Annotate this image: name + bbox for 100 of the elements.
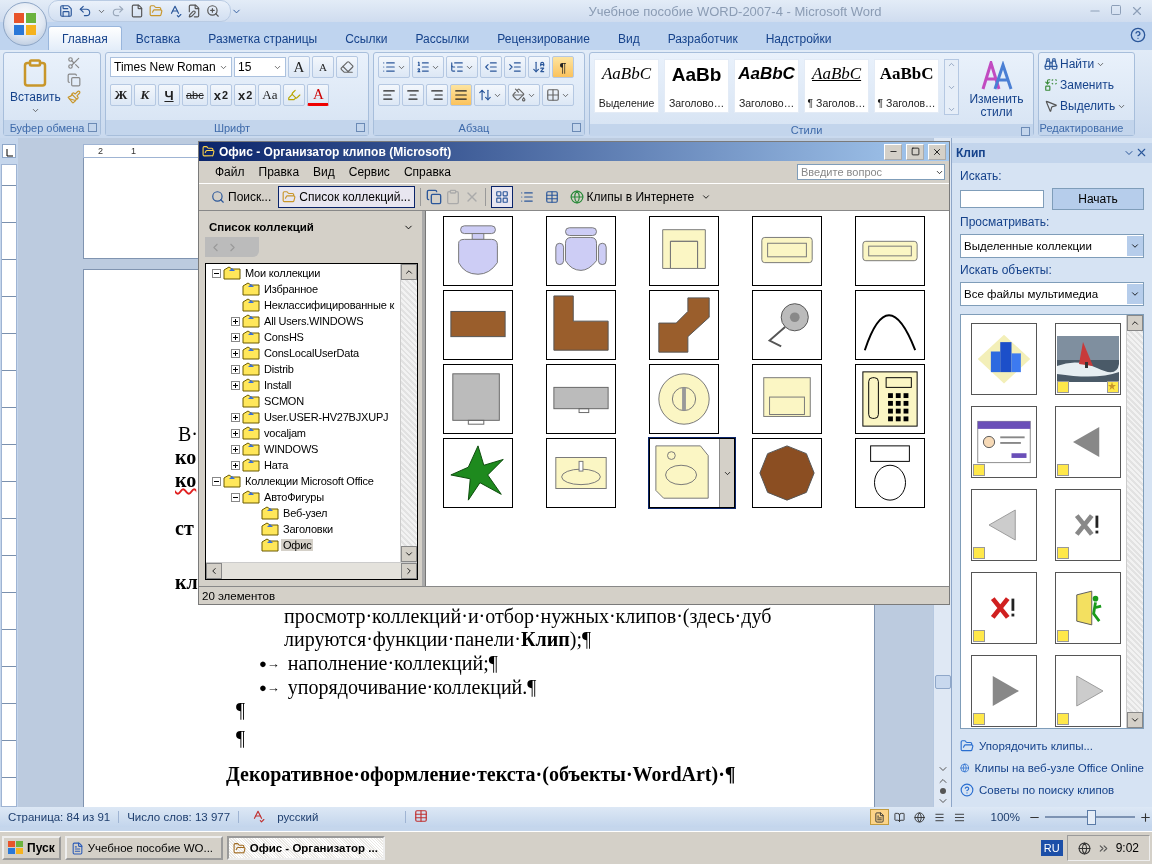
grow-font-button[interactable]: A xyxy=(288,56,310,78)
ribbon-tab[interactable]: Разметка страницы xyxy=(194,26,332,50)
tree-item[interactable]: Избранное xyxy=(262,283,320,295)
paragraph-text: ко xyxy=(175,446,197,469)
tree-item[interactable]: vocaljam xyxy=(262,427,308,439)
language-label[interactable]: русский xyxy=(269,811,407,823)
style-sample: AaBbC xyxy=(810,64,863,84)
format-button[interactable]: abc xyxy=(182,84,208,106)
tree-item[interactable]: User.USER-HV27BJXUPJ xyxy=(262,411,391,423)
status-text: 20 элементов xyxy=(199,586,949,604)
format-button[interactable]: К xyxy=(134,84,156,106)
tree-item[interactable]: Заголовки xyxy=(281,523,336,535)
heading-text: Декоративное·оформление·текста·(объекты·WordArt)·¶ xyxy=(226,763,736,786)
tree-item[interactable]: Офис xyxy=(281,539,314,551)
start-button[interactable]: Начать xyxy=(1052,187,1144,210)
ribbon-tab[interactable]: Вставка xyxy=(121,26,195,50)
style-name: ¶ Заголов… xyxy=(876,97,937,109)
tree-item[interactable]: Ната xyxy=(262,459,291,471)
tree-item[interactable]: Distrib xyxy=(262,363,296,375)
field-label: Просматривать: xyxy=(960,214,1051,229)
tree-item[interactable]: SCMON xyxy=(262,395,306,407)
style-name: Заголово… xyxy=(737,97,796,109)
ribbon-tab[interactable]: Рассылки xyxy=(401,26,484,50)
language-indicator[interactable]: RU xyxy=(1040,840,1063,856)
format-button[interactable]: Ч xyxy=(158,84,180,106)
pane-link[interactable]: Упорядочить клипы... xyxy=(979,740,1093,752)
style-sample: AaBb xyxy=(670,64,723,86)
question-field[interactable]: Введите вопрос xyxy=(797,164,945,180)
window-title: Учебное пособие WORD-2007-4 - Microsoft Word xyxy=(587,3,883,19)
ribbon-tab[interactable]: Надстройки xyxy=(751,26,846,50)
page-count[interactable]: Страница: 84 из 91 xyxy=(0,811,120,823)
tree-item[interactable]: Мои коллекции xyxy=(243,267,323,279)
field-label: Искать объекты: xyxy=(960,262,1053,277)
tree-item[interactable]: Неклассифицированные к xyxy=(262,299,397,311)
taskbar-button[interactable]: Офис - Организатор ... xyxy=(226,836,385,860)
group-label: Шрифт xyxy=(213,121,251,134)
ribbon-tab[interactable]: Главная xyxy=(48,26,122,50)
replace-button[interactable]: Заменить xyxy=(1043,77,1128,93)
tree-item[interactable]: WINDOWS xyxy=(262,443,321,455)
menu-item[interactable]: Вид xyxy=(313,165,335,179)
format-button[interactable]: Ж xyxy=(110,84,132,106)
style-name: ¶ Заголов… xyxy=(806,97,867,109)
font-size-field[interactable]: 15 xyxy=(234,57,286,77)
paragraph-mark: ¶ xyxy=(236,699,246,722)
tree-item[interactable]: Коллекции Microsoft Office xyxy=(243,475,376,487)
word-count[interactable]: Число слов: 13 977 xyxy=(119,811,240,823)
select-button[interactable]: Выделить xyxy=(1043,98,1128,114)
ribbon-tab[interactable]: Разработчик xyxy=(653,26,752,50)
format-button[interactable]: Aa xyxy=(258,84,282,106)
tree-item[interactable]: ConsHS xyxy=(262,331,306,343)
find-button[interactable]: Найти xyxy=(1043,56,1128,72)
menu-item[interactable]: Справка xyxy=(403,165,451,179)
tree-item[interactable]: Веб-узел xyxy=(281,507,330,519)
style-name: Выделение xyxy=(597,97,656,109)
group-label: Стили xyxy=(790,124,823,136)
style-tile[interactable]: AaBbC ¶ Заголов… xyxy=(804,59,870,113)
tree-item[interactable]: All Users.WINDOWS xyxy=(262,315,366,327)
bullet-marker: ●→ xyxy=(259,655,280,673)
ribbon-tab[interactable]: Рецензирование xyxy=(483,26,604,50)
show-marks-button[interactable]: ¶ xyxy=(552,56,574,78)
pane-link[interactable]: Клипы на веб-узле Office Online xyxy=(974,762,1144,774)
start-button[interactable]: Пуск xyxy=(2,836,61,860)
panel-title: Список коллекций xyxy=(209,221,314,233)
menu-item[interactable]: Сервис xyxy=(348,165,390,179)
paragraph-text: кл xyxy=(175,571,198,594)
zoom-level[interactable]: 100% xyxy=(982,811,1028,823)
paragraph-text: лируются·функции·панели·Клип);¶ xyxy=(284,628,592,651)
collections-dropdown[interactable]: Выделенные коллекции xyxy=(960,233,1144,258)
ribbon-tab[interactable]: Ссылки xyxy=(331,26,402,50)
tree-item[interactable]: ConsLocalUserData xyxy=(262,347,362,359)
style-sample: AaBbC xyxy=(600,64,653,84)
menu-item[interactable]: Правка xyxy=(258,165,300,179)
search-button[interactable]: Поиск... xyxy=(207,186,276,208)
style-tile[interactable]: AaBbC Выделение xyxy=(594,59,659,113)
menu-item[interactable]: Файл xyxy=(215,165,245,179)
tree-item[interactable]: АвтоФигуры xyxy=(262,491,326,503)
paste-button[interactable]: Вставить xyxy=(8,56,63,117)
paragraph-text: наполнение·коллекций;¶ xyxy=(287,652,498,675)
font-name-field[interactable]: Times New Roman xyxy=(110,57,232,77)
pane-link[interactable]: Советы по поиску клипов xyxy=(979,784,1115,796)
style-tile[interactable]: AaBb Заголово… xyxy=(664,59,730,113)
pane-title: Клип xyxy=(956,145,987,160)
taskbar-button[interactable]: Учебное пособие WO... xyxy=(64,836,223,860)
window-title: Офис - Организатор клипов (Microsoft) xyxy=(219,144,453,159)
group-label: Редактирование xyxy=(1039,121,1124,134)
style-name: Заголово… xyxy=(667,97,726,109)
font-color-button[interactable]: A xyxy=(307,84,330,106)
online-clips-button[interactable]: Клипы в Интернете xyxy=(565,186,699,208)
shrink-font-button[interactable]: A xyxy=(312,56,334,78)
collections-button[interactable]: Список коллекций... xyxy=(278,186,415,208)
style-sample: AaBbC xyxy=(737,64,796,84)
style-tile[interactable]: AaBbC Заголово… xyxy=(734,59,800,113)
tree-item[interactable]: Install xyxy=(262,379,294,391)
media-type-dropdown[interactable]: Все файлы мультимедиа xyxy=(960,281,1144,306)
paragraph-mark: ¶ xyxy=(236,727,246,750)
paragraph-text: упорядочивание·коллекций.¶ xyxy=(287,676,537,699)
change-styles-button[interactable]: Изменить стили xyxy=(964,59,1030,121)
style-tile[interactable]: AaBbC ¶ Заголов… xyxy=(874,59,940,113)
style-sample: AaBbC xyxy=(878,64,935,84)
ribbon-tab[interactable]: Вид xyxy=(603,26,654,50)
